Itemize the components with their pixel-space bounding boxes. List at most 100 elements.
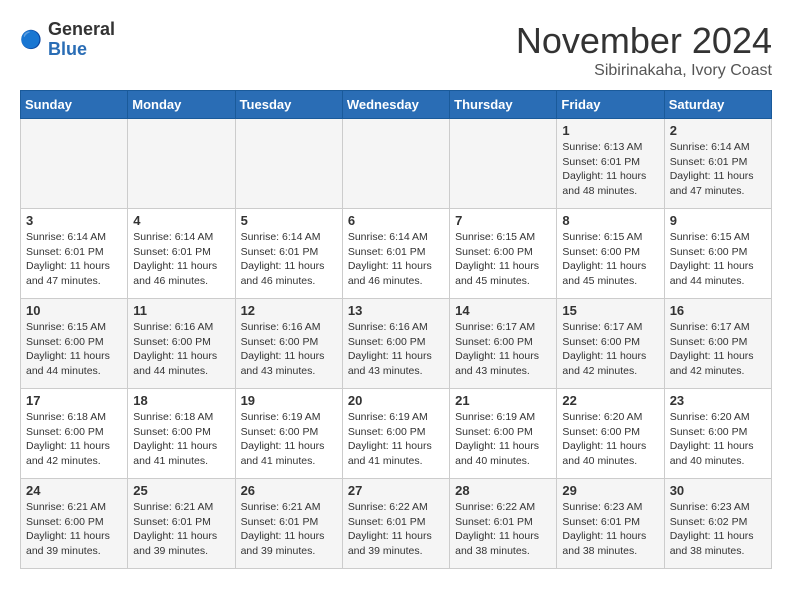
day-number: 15 xyxy=(562,303,658,318)
day-number: 8 xyxy=(562,213,658,228)
col-header-wednesday: Wednesday xyxy=(342,91,449,119)
day-info: Sunrise: 6:14 AM Sunset: 6:01 PM Dayligh… xyxy=(133,230,229,289)
day-cell: 30Sunrise: 6:23 AM Sunset: 6:02 PM Dayli… xyxy=(664,479,771,569)
day-number: 25 xyxy=(133,483,229,498)
day-cell: 20 Sunrise: 6:19 AM Sunset: 6:00 PM Dayli… xyxy=(342,389,449,479)
day-info: Sunrise: 6:17 AM Sunset: 6:00 PM Dayligh… xyxy=(562,320,658,379)
day-info: Sunrise: 6:19 AM Sunset: 6:00 PM Dayligh… xyxy=(348,410,444,469)
week-row-5: 24Sunrise: 6:21 AM Sunset: 6:00 PM Dayli… xyxy=(21,479,772,569)
day-number: 27 xyxy=(348,483,444,498)
day-info: Sunrise: 6:21 AM Sunset: 6:01 PM Dayligh… xyxy=(241,500,337,559)
day-info: Sunrise: 6:19 AM Sunset: 6:00 PM Dayligh… xyxy=(455,410,551,469)
day-number: 21 xyxy=(455,393,551,408)
day-number: 23 xyxy=(670,393,766,408)
day-cell: 21 Sunrise: 6:19 AM Sunset: 6:00 PM Dayli… xyxy=(450,389,557,479)
day-cell: 25 Sunrise: 6:21 AM Sunset: 6:01 PM Dayli… xyxy=(128,479,235,569)
day-info: Sunrise: 6:22 AM Sunset: 6:01 PM Dayligh… xyxy=(348,500,444,559)
day-cell: 13Sunrise: 6:16 AM Sunset: 6:00 PM Dayli… xyxy=(342,299,449,389)
page-header: 🔵 General Blue November 2024 Sibirinakah… xyxy=(20,20,772,80)
day-info: Sunrise: 6:14 AM Sunset: 6:01 PM Dayligh… xyxy=(241,230,337,289)
day-cell: 22 Sunrise: 6:20 AM Sunset: 6:00 PM Dayli… xyxy=(557,389,664,479)
day-number: 26 xyxy=(241,483,337,498)
col-header-friday: Friday xyxy=(557,91,664,119)
day-cell: 5 Sunrise: 6:14 AM Sunset: 6:01 PM Daylig… xyxy=(235,209,342,299)
day-info: Sunrise: 6:21 AM Sunset: 6:00 PM Dayligh… xyxy=(26,500,122,559)
calendar-header: SundayMondayTuesdayWednesdayThursdayFrid… xyxy=(21,91,772,119)
day-number: 18 xyxy=(133,393,229,408)
day-info: Sunrise: 6:16 AM Sunset: 6:00 PM Dayligh… xyxy=(241,320,337,379)
day-info: Sunrise: 6:15 AM Sunset: 6:00 PM Dayligh… xyxy=(670,230,766,289)
day-number: 12 xyxy=(241,303,337,318)
day-cell: 14 Sunrise: 6:17 AM Sunset: 6:00 PM Dayli… xyxy=(450,299,557,389)
day-number: 22 xyxy=(562,393,658,408)
logo-general: General xyxy=(48,20,115,40)
calendar-table: SundayMondayTuesdayWednesdayThursdayFrid… xyxy=(20,90,772,569)
day-info: Sunrise: 6:17 AM Sunset: 6:00 PM Dayligh… xyxy=(455,320,551,379)
day-info: Sunrise: 6:23 AM Sunset: 6:01 PM Dayligh… xyxy=(562,500,658,559)
day-number: 3 xyxy=(26,213,122,228)
day-number: 14 xyxy=(455,303,551,318)
day-info: Sunrise: 6:19 AM Sunset: 6:00 PM Dayligh… xyxy=(241,410,337,469)
col-header-monday: Monday xyxy=(128,91,235,119)
day-info: Sunrise: 6:14 AM Sunset: 6:01 PM Dayligh… xyxy=(670,140,766,199)
day-cell: 23 Sunrise: 6:20 AM Sunset: 6:00 PM Dayli… xyxy=(664,389,771,479)
day-number: 19 xyxy=(241,393,337,408)
logo-text: General Blue xyxy=(48,20,115,60)
day-cell: 26 Sunrise: 6:21 AM Sunset: 6:01 PM Dayli… xyxy=(235,479,342,569)
logo-blue: Blue xyxy=(48,40,115,60)
day-cell xyxy=(235,119,342,209)
day-cell: 2 Sunrise: 6:14 AM Sunset: 6:01 PM Daylig… xyxy=(664,119,771,209)
day-cell: 29 Sunrise: 6:23 AM Sunset: 6:01 PM Dayli… xyxy=(557,479,664,569)
day-cell: 12 Sunrise: 6:16 AM Sunset: 6:00 PM Dayli… xyxy=(235,299,342,389)
title-section: November 2024 Sibirinakaha, Ivory Coast xyxy=(516,20,772,80)
week-row-3: 10 Sunrise: 6:15 AM Sunset: 6:00 PM Dayli… xyxy=(21,299,772,389)
day-cell: 4Sunrise: 6:14 AM Sunset: 6:01 PM Daylig… xyxy=(128,209,235,299)
col-header-tuesday: Tuesday xyxy=(235,91,342,119)
day-info: Sunrise: 6:18 AM Sunset: 6:00 PM Dayligh… xyxy=(26,410,122,469)
day-number: 7 xyxy=(455,213,551,228)
location: Sibirinakaha, Ivory Coast xyxy=(516,62,772,80)
col-header-saturday: Saturday xyxy=(664,91,771,119)
day-number: 29 xyxy=(562,483,658,498)
week-row-1: 1 Sunrise: 6:13 AM Sunset: 6:01 PM Daylig… xyxy=(21,119,772,209)
day-number: 17 xyxy=(26,393,122,408)
day-info: Sunrise: 6:21 AM Sunset: 6:01 PM Dayligh… xyxy=(133,500,229,559)
day-number: 6 xyxy=(348,213,444,228)
day-info: Sunrise: 6:20 AM Sunset: 6:00 PM Dayligh… xyxy=(670,410,766,469)
day-info: Sunrise: 6:15 AM Sunset: 6:00 PM Dayligh… xyxy=(26,320,122,379)
header-row: SundayMondayTuesdayWednesdayThursdayFrid… xyxy=(21,91,772,119)
svg-text:🔵: 🔵 xyxy=(20,29,42,49)
day-cell: 18Sunrise: 6:18 AM Sunset: 6:00 PM Dayli… xyxy=(128,389,235,479)
day-info: Sunrise: 6:16 AM Sunset: 6:00 PM Dayligh… xyxy=(348,320,444,379)
day-cell: 16Sunrise: 6:17 AM Sunset: 6:00 PM Dayli… xyxy=(664,299,771,389)
day-number: 2 xyxy=(670,123,766,138)
day-info: Sunrise: 6:13 AM Sunset: 6:01 PM Dayligh… xyxy=(562,140,658,199)
day-cell: 8 Sunrise: 6:15 AM Sunset: 6:00 PM Daylig… xyxy=(557,209,664,299)
day-info: Sunrise: 6:14 AM Sunset: 6:01 PM Dayligh… xyxy=(26,230,122,289)
day-cell: 27 Sunrise: 6:22 AM Sunset: 6:01 PM Dayli… xyxy=(342,479,449,569)
logo: 🔵 General Blue xyxy=(20,20,115,60)
day-info: Sunrise: 6:20 AM Sunset: 6:00 PM Dayligh… xyxy=(562,410,658,469)
day-info: Sunrise: 6:16 AM Sunset: 6:00 PM Dayligh… xyxy=(133,320,229,379)
day-number: 9 xyxy=(670,213,766,228)
day-number: 28 xyxy=(455,483,551,498)
day-cell: 24Sunrise: 6:21 AM Sunset: 6:00 PM Dayli… xyxy=(21,479,128,569)
week-row-2: 3 Sunrise: 6:14 AM Sunset: 6:01 PM Daylig… xyxy=(21,209,772,299)
day-number: 1 xyxy=(562,123,658,138)
day-info: Sunrise: 6:14 AM Sunset: 6:01 PM Dayligh… xyxy=(348,230,444,289)
logo-icon: 🔵 xyxy=(20,28,44,52)
day-cell xyxy=(21,119,128,209)
day-cell xyxy=(450,119,557,209)
day-info: Sunrise: 6:15 AM Sunset: 6:00 PM Dayligh… xyxy=(562,230,658,289)
day-cell: 15 Sunrise: 6:17 AM Sunset: 6:00 PM Dayli… xyxy=(557,299,664,389)
day-cell: 7 Sunrise: 6:15 AM Sunset: 6:00 PM Daylig… xyxy=(450,209,557,299)
day-number: 20 xyxy=(348,393,444,408)
day-cell xyxy=(128,119,235,209)
day-number: 10 xyxy=(26,303,122,318)
col-header-thursday: Thursday xyxy=(450,91,557,119)
day-cell xyxy=(342,119,449,209)
day-info: Sunrise: 6:15 AM Sunset: 6:00 PM Dayligh… xyxy=(455,230,551,289)
col-header-sunday: Sunday xyxy=(21,91,128,119)
day-number: 5 xyxy=(241,213,337,228)
month-title: November 2024 xyxy=(516,20,772,62)
